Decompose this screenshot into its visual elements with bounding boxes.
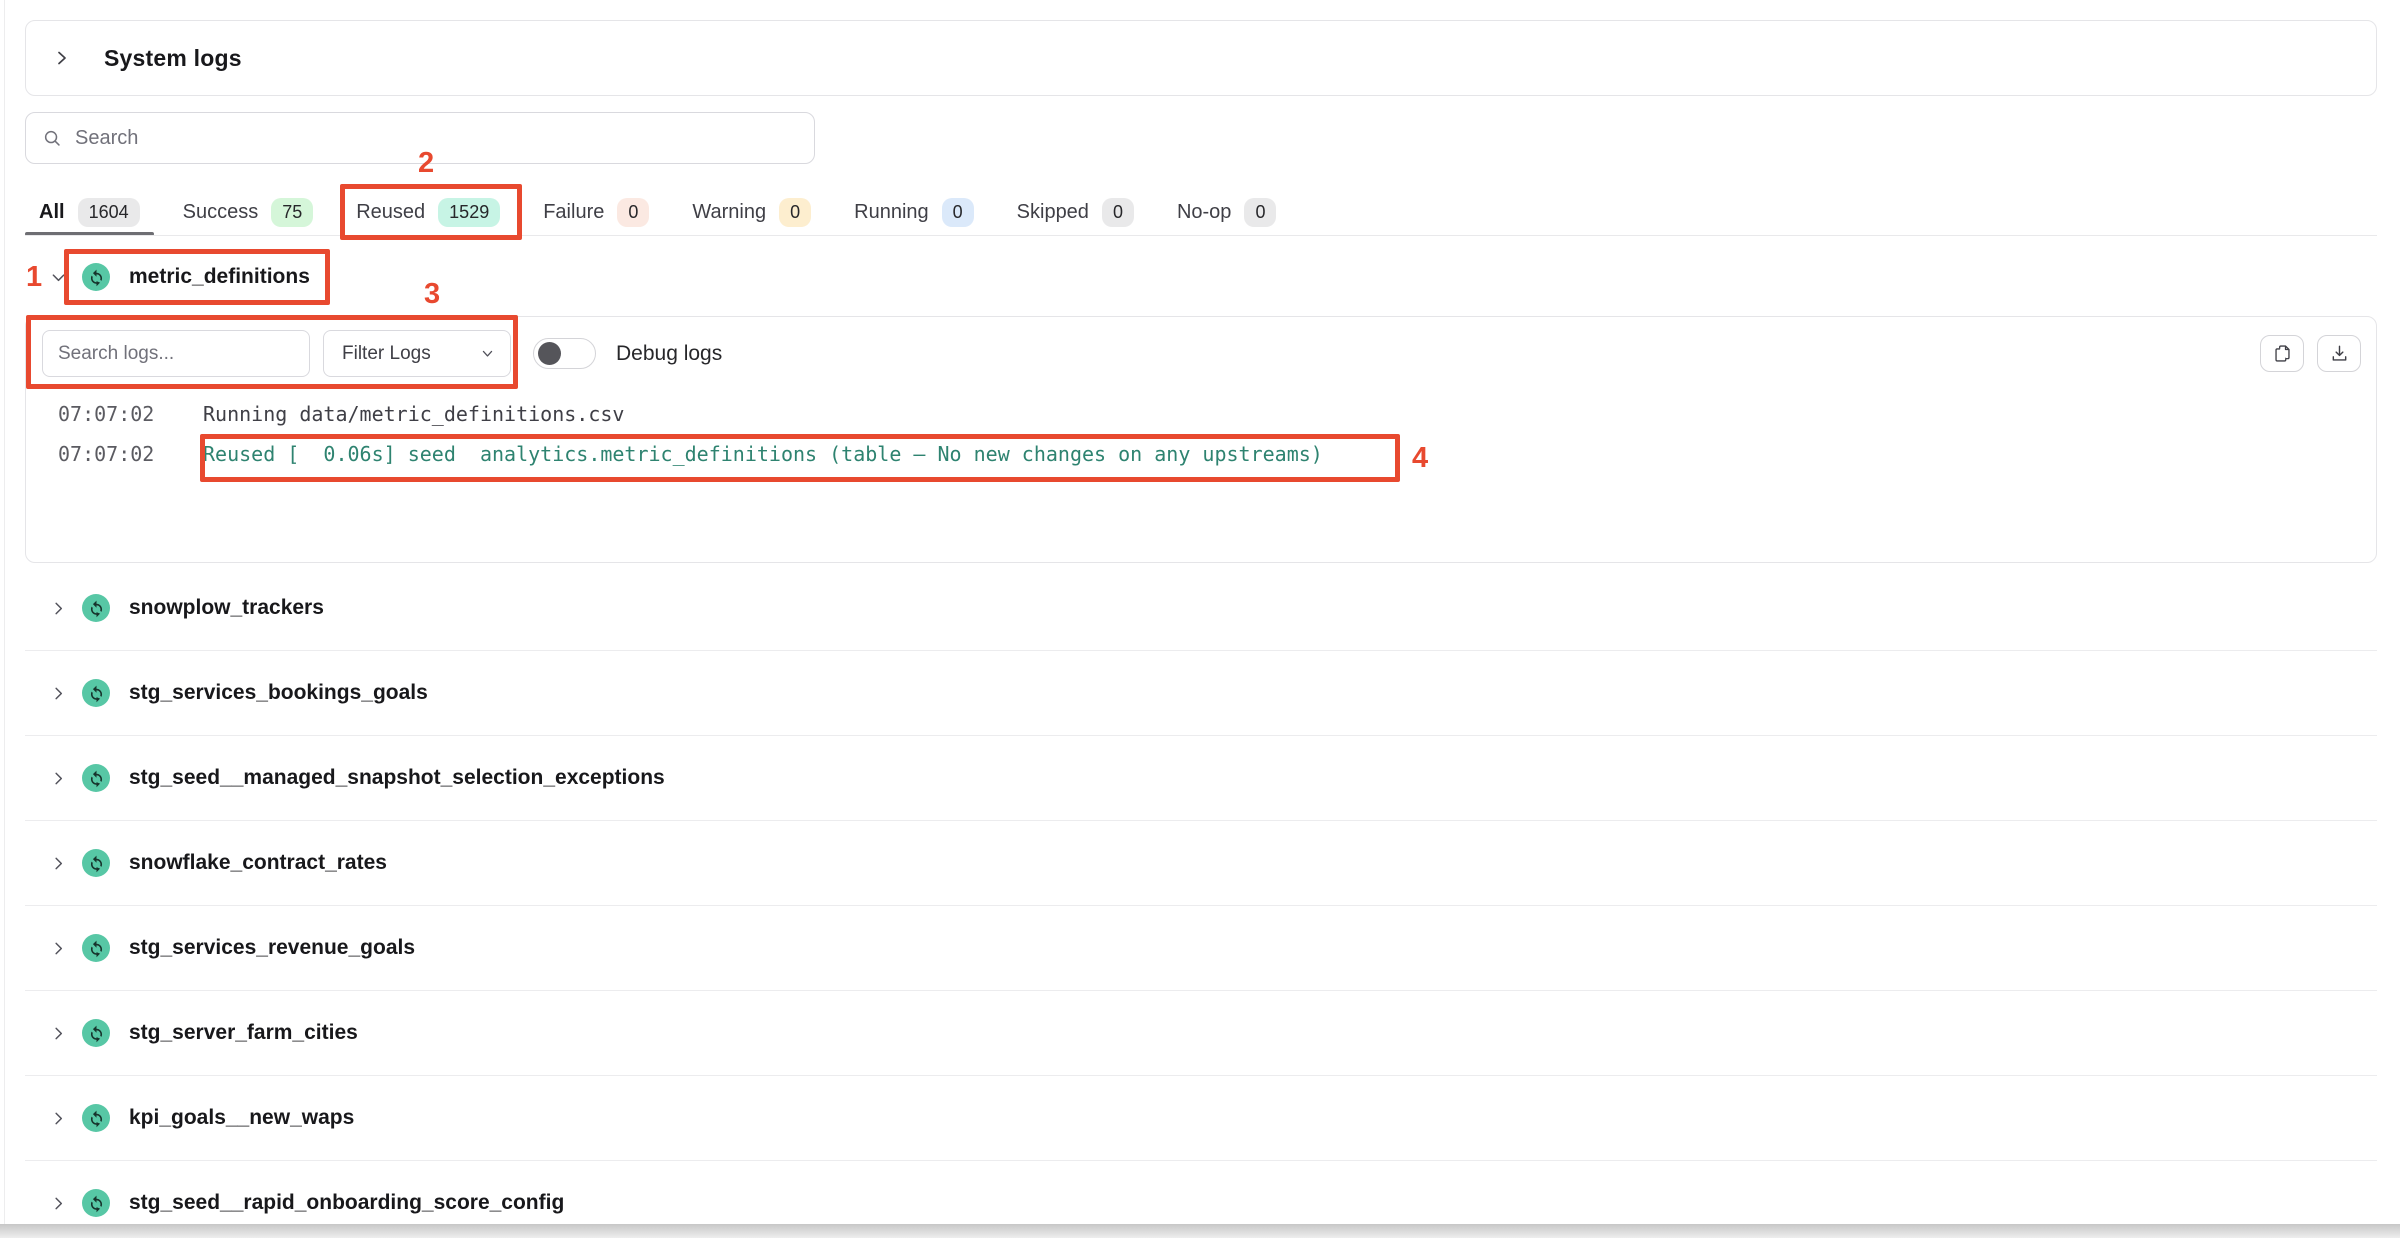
reused-cycle-icon	[82, 263, 110, 291]
list-item[interactable]: snowplow_trackers	[25, 566, 2377, 651]
page-title: System logs	[104, 45, 242, 72]
tab-count-badge: 75	[271, 198, 313, 227]
list-item-name: stg_seed__managed_snapshot_selection_exc…	[129, 766, 665, 790]
model-list: snowplow_trackers stg_services_bookings_…	[25, 566, 2377, 1238]
filter-logs-label: Filter Logs	[342, 343, 431, 365]
reused-cycle-icon	[82, 1104, 110, 1132]
log-line: 07:07:02 Running data/metric_definitions…	[26, 394, 2376, 434]
toggle-knob	[538, 342, 561, 365]
tab-count-badge: 0	[1102, 198, 1134, 227]
status-tab-success[interactable]: Success 75	[169, 190, 328, 234]
chevron-right-icon[interactable]	[51, 856, 66, 871]
chevron-right-icon[interactable]	[51, 771, 66, 786]
list-item-name: stg_server_farm_cities	[129, 1021, 358, 1045]
reused-cycle-icon	[82, 1019, 110, 1047]
search-logs-input[interactable]	[58, 343, 309, 365]
tab-label: Skipped	[1017, 201, 1089, 224]
tab-count-badge: 0	[1244, 198, 1276, 227]
log-panel: Filter Logs Debug logs 07:07:02 Running …	[25, 316, 2377, 563]
chevron-right-icon[interactable]	[54, 50, 70, 66]
tab-label: Warning	[692, 201, 766, 224]
list-item-name: kpi_goals__new_waps	[129, 1106, 354, 1130]
list-item-expanded[interactable]: metric_definitions	[25, 250, 310, 304]
annotation-number-3: 3	[424, 278, 440, 311]
chevron-right-icon[interactable]	[51, 686, 66, 701]
download-logs-button[interactable]	[2317, 335, 2361, 372]
list-item[interactable]: stg_server_farm_cities	[25, 991, 2377, 1076]
log-timestamp: 07:07:02	[58, 402, 203, 426]
log-toolbar: Filter Logs Debug logs	[26, 317, 2376, 377]
search-input[interactable]	[75, 113, 814, 163]
bottom-bar	[0, 1224, 2400, 1238]
status-tab-skipped[interactable]: Skipped 0	[1003, 190, 1148, 234]
download-icon	[2330, 344, 2349, 363]
status-tab-warning[interactable]: Warning 0	[678, 190, 825, 234]
tab-count-badge: 0	[942, 198, 974, 227]
log-line: 07:07:02 Reused [ 0.06s] seed analytics.…	[26, 434, 2376, 474]
reused-cycle-icon	[82, 679, 110, 707]
tab-count-badge: 0	[617, 198, 649, 227]
log-message: Running data/metric_definitions.csv	[203, 402, 624, 426]
reused-cycle-icon	[82, 1189, 110, 1217]
list-item[interactable]: kpi_goals__new_waps	[25, 1076, 2377, 1161]
tab-label: No-op	[1177, 201, 1231, 224]
list-item[interactable]: stg_services_revenue_goals	[25, 906, 2377, 991]
debug-logs-label: Debug logs	[616, 342, 722, 366]
status-tab-running[interactable]: Running 0	[840, 190, 988, 234]
search-bar[interactable]	[25, 112, 815, 164]
search-icon	[43, 129, 62, 148]
chevron-right-icon[interactable]	[51, 1111, 66, 1126]
debug-logs-toggle[interactable]	[533, 338, 596, 369]
tab-label: Failure	[543, 201, 604, 224]
status-tabs: All 1604 Success 75 Reused 1529 Failure …	[25, 190, 1290, 234]
window-left-edge	[4, 0, 5, 1224]
list-item[interactable]: stg_services_bookings_goals	[25, 651, 2377, 736]
copy-logs-button[interactable]	[2260, 335, 2304, 372]
list-item-name: snowflake_contract_rates	[129, 851, 387, 875]
tab-label: All	[39, 201, 65, 224]
status-tab-failure[interactable]: Failure 0	[529, 190, 663, 234]
list-item[interactable]: stg_seed__managed_snapshot_selection_exc…	[25, 736, 2377, 821]
tab-count-badge: 0	[779, 198, 811, 227]
chevron-right-icon[interactable]	[51, 1196, 66, 1211]
copy-icon	[2273, 344, 2292, 363]
chevron-right-icon[interactable]	[51, 601, 66, 616]
log-lines: 07:07:02 Running data/metric_definitions…	[26, 394, 2376, 474]
tab-label: Reused	[356, 201, 425, 224]
list-item-name: snowplow_trackers	[129, 596, 324, 620]
status-tab-all[interactable]: All 1604	[25, 190, 154, 234]
tab-label: Success	[183, 201, 259, 224]
status-tab-no-op[interactable]: No-op 0	[1163, 190, 1291, 234]
tabs-divider	[25, 235, 2377, 236]
reused-cycle-icon	[82, 594, 110, 622]
list-item-name: stg_seed__rapid_onboarding_score_config	[129, 1191, 564, 1215]
chevron-down-icon[interactable]	[51, 270, 66, 285]
list-item-name: stg_services_revenue_goals	[129, 936, 415, 960]
list-item[interactable]: snowflake_contract_rates	[25, 821, 2377, 906]
expanded-item-name: metric_definitions	[129, 265, 310, 289]
tab-count-badge: 1604	[78, 198, 140, 227]
chevron-right-icon[interactable]	[51, 941, 66, 956]
chevron-right-icon[interactable]	[51, 1026, 66, 1041]
system-logs-header-row[interactable]: System logs	[25, 20, 2377, 96]
chevron-down-icon	[481, 347, 494, 360]
log-timestamp: 07:07:02	[58, 442, 203, 466]
tab-count-badge: 1529	[438, 198, 500, 227]
search-logs-field[interactable]	[42, 330, 310, 377]
list-item-name: stg_services_bookings_goals	[129, 681, 428, 705]
reused-cycle-icon	[82, 849, 110, 877]
reused-cycle-icon	[82, 764, 110, 792]
tab-label: Running	[854, 201, 929, 224]
reused-cycle-icon	[82, 934, 110, 962]
log-message: Reused [ 0.06s] seed analytics.metric_de…	[203, 442, 1323, 466]
status-tab-reused[interactable]: Reused 1529	[342, 190, 514, 234]
filter-logs-dropdown[interactable]: Filter Logs	[323, 330, 511, 377]
